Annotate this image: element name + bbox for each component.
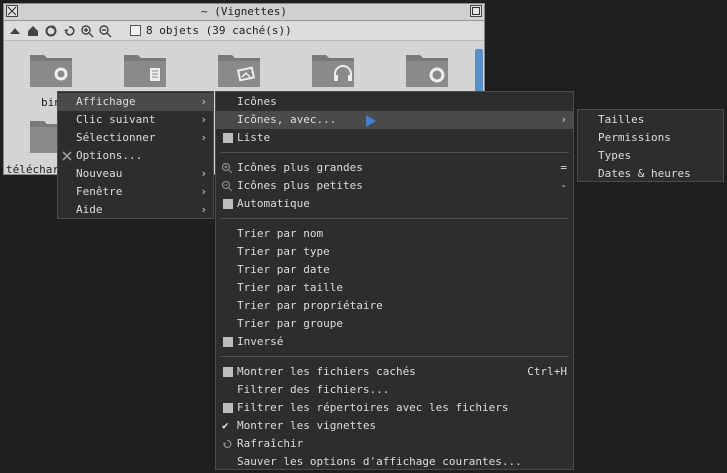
zoom-in-icon[interactable] <box>80 24 94 38</box>
menu-item-trier-type[interactable]: Trier par type <box>216 243 573 261</box>
menu-item-tailles[interactable]: Tailles <box>578 111 723 129</box>
chevron-right-icon: › <box>200 95 207 108</box>
toolbar: 8 objets (39 caché(s)) <box>4 22 484 41</box>
music-folder-icon[interactable] <box>310 49 356 89</box>
menu-item-trier-date[interactable]: Trier par date <box>216 261 573 279</box>
menu-item-sauver-options[interactable]: Sauver les options d'affichage courantes… <box>216 453 573 471</box>
zoom-out-icon[interactable] <box>98 24 112 38</box>
tools-icon <box>62 151 72 161</box>
menu-item-icones-plus-grandes[interactable]: Icônes plus grandes = <box>216 159 573 177</box>
checkmark-icon: ✔ <box>222 419 229 432</box>
menu-item-icones-plus-petites[interactable]: Icônes plus petites - <box>216 177 573 195</box>
back-icon[interactable] <box>62 24 76 38</box>
menu-item-options[interactable]: Options... <box>58 147 213 165</box>
menu-item-affichage[interactable]: Affichage › <box>58 93 213 111</box>
menu-item-dates-heures[interactable]: Dates & heures <box>578 165 723 183</box>
chevron-right-icon: › <box>200 185 207 198</box>
chevron-right-icon: › <box>200 131 207 144</box>
maximize-button[interactable] <box>470 5 482 17</box>
chevron-right-icon: › <box>200 167 207 180</box>
menu-item-selectionner[interactable]: Sélectionner › <box>58 129 213 147</box>
separator <box>220 152 569 153</box>
menu-item-automatique[interactable]: Automatique <box>216 195 573 213</box>
automatique-checkbox[interactable] <box>223 199 233 209</box>
refresh-icon <box>222 439 232 449</box>
notebook-folder-icon[interactable] <box>122 49 168 89</box>
thumbnails-checkbox[interactable] <box>130 25 141 36</box>
menu-item-liste[interactable]: Liste <box>216 129 573 147</box>
photo-folder-icon[interactable] <box>216 49 262 89</box>
chevron-right-icon: › <box>200 203 207 216</box>
menu-item-trier-groupe[interactable]: Trier par groupe <box>216 315 573 333</box>
menu-item-icones-avec[interactable]: Icônes, avec... › <box>216 111 573 129</box>
menu-item-fenetre[interactable]: Fenêtre › <box>58 183 213 201</box>
menu-item-types[interactable]: Types <box>578 147 723 165</box>
close-icon <box>7 6 17 16</box>
menu-item-filtrer-repertoires[interactable]: Filtrer les répertoires avec les fichier… <box>216 399 573 417</box>
menu-item-clic-suivant[interactable]: Clic suivant › <box>58 111 213 129</box>
up-arrow-icon[interactable] <box>8 24 22 38</box>
title-bar[interactable]: ~ (Vignettes) <box>4 4 484 21</box>
maximize-icon <box>472 7 480 15</box>
menu-item-icones[interactable]: Icônes <box>216 93 573 111</box>
close-button[interactable] <box>6 5 18 17</box>
menu-item-montrer-vignettes[interactable]: ✔ Montrer les vignettes <box>216 417 573 435</box>
display-submenu: Icônes Icônes, avec... › Liste Icônes pl… <box>215 91 574 470</box>
chevron-right-icon: › <box>200 113 207 126</box>
separator <box>220 218 569 219</box>
scrollbar[interactable] <box>475 49 483 97</box>
menu-item-montrer-caches[interactable]: Montrer les fichiers cachés Ctrl+H <box>216 363 573 381</box>
menu-item-filtrer-fichiers[interactable]: Filtrer des fichiers... <box>216 381 573 399</box>
home-icon[interactable] <box>26 24 40 38</box>
disc-folder-icon[interactable] <box>404 49 450 89</box>
zoom-out-icon <box>221 180 233 192</box>
menu-item-inverse[interactable]: Inversé <box>216 333 573 351</box>
chevron-right-icon: › <box>560 113 567 126</box>
menu-item-trier-proprietaire[interactable]: Trier par propriétaire <box>216 297 573 315</box>
inverse-checkbox[interactable] <box>223 337 233 347</box>
menu-item-trier-taille[interactable]: Trier par taille <box>216 279 573 297</box>
mouse-cursor-icon <box>366 115 376 127</box>
separator <box>220 356 569 357</box>
menu-item-nouveau[interactable]: Nouveau › <box>58 165 213 183</box>
settings-folder-icon[interactable] <box>28 49 74 89</box>
filter-dirs-checkbox[interactable] <box>223 403 233 413</box>
with-submenu: Tailles Permissions Types Dates & heures <box>577 109 724 182</box>
reload-icon[interactable] <box>44 24 58 38</box>
menu-item-rafraichir[interactable]: Rafraîchir <box>216 435 573 453</box>
menu-item-trier-nom[interactable]: Trier par nom <box>216 225 573 243</box>
hidden-files-checkbox[interactable] <box>223 367 233 377</box>
window-title: ~ (Vignettes) <box>200 5 288 18</box>
menu-item-permissions[interactable]: Permissions <box>578 129 723 147</box>
menu-item-aide[interactable]: Aide › <box>58 201 213 219</box>
object-count: 8 objets (39 caché(s)) <box>146 24 292 37</box>
zoom-in-icon <box>221 162 233 174</box>
liste-radio[interactable] <box>223 133 233 143</box>
context-menu: Affichage › Clic suivant › Sélectionner … <box>57 91 214 219</box>
